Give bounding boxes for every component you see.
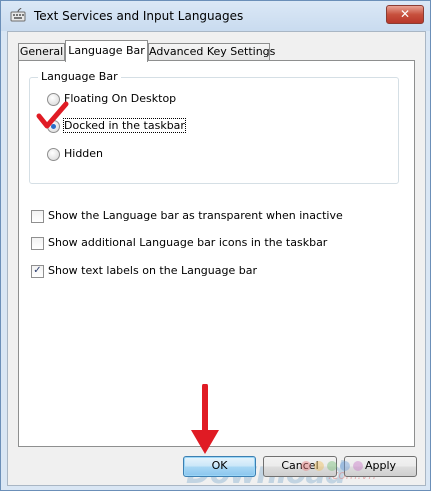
radio-label: Floating On Desktop — [64, 92, 177, 105]
checkbox[interactable] — [31, 237, 44, 250]
watermark-dots — [301, 461, 421, 475]
checkbox[interactable]: ✓ — [31, 265, 44, 278]
window-title: Text Services and Input Languages — [34, 9, 244, 23]
checkbox-label: Show text labels on the Language bar — [48, 264, 257, 277]
tab-advanced-key-settings[interactable]: Advanced Key Settings — [148, 43, 275, 61]
title-bar[interactable]: Text Services and Input Languages ✕ — [1, 1, 430, 31]
radio-label: Docked in the taskbar — [63, 118, 186, 133]
radio-label: Hidden — [64, 147, 104, 160]
dialog-window: Text Services and Input Languages ✕ Gene… — [0, 0, 431, 491]
checkbox-label: Show the Language bar as transparent whe… — [48, 209, 343, 222]
language-bar-group: Language Bar Floating On Desktop Docked … — [29, 70, 399, 184]
radio-button[interactable] — [47, 120, 60, 133]
dialog-body: General Language Bar Advanced Key Settin… — [7, 31, 426, 491]
tab-language-bar[interactable]: Language Bar — [65, 40, 148, 62]
close-icon: ✕ — [399, 7, 411, 21]
keyboard-app-icon — [10, 8, 26, 22]
radio-button[interactable] — [47, 93, 60, 106]
checkbox-label: Show additional Language bar icons in th… — [48, 236, 328, 249]
language-bar-panel: Language Bar Floating On Desktop Docked … — [18, 60, 415, 447]
checkbox[interactable] — [31, 210, 44, 223]
close-button[interactable]: ✕ — [386, 5, 424, 24]
ok-button[interactable]: OK — [183, 456, 256, 477]
group-title: Language Bar — [38, 70, 121, 83]
radio-button[interactable] — [47, 148, 60, 161]
tab-general[interactable]: General — [18, 43, 65, 61]
